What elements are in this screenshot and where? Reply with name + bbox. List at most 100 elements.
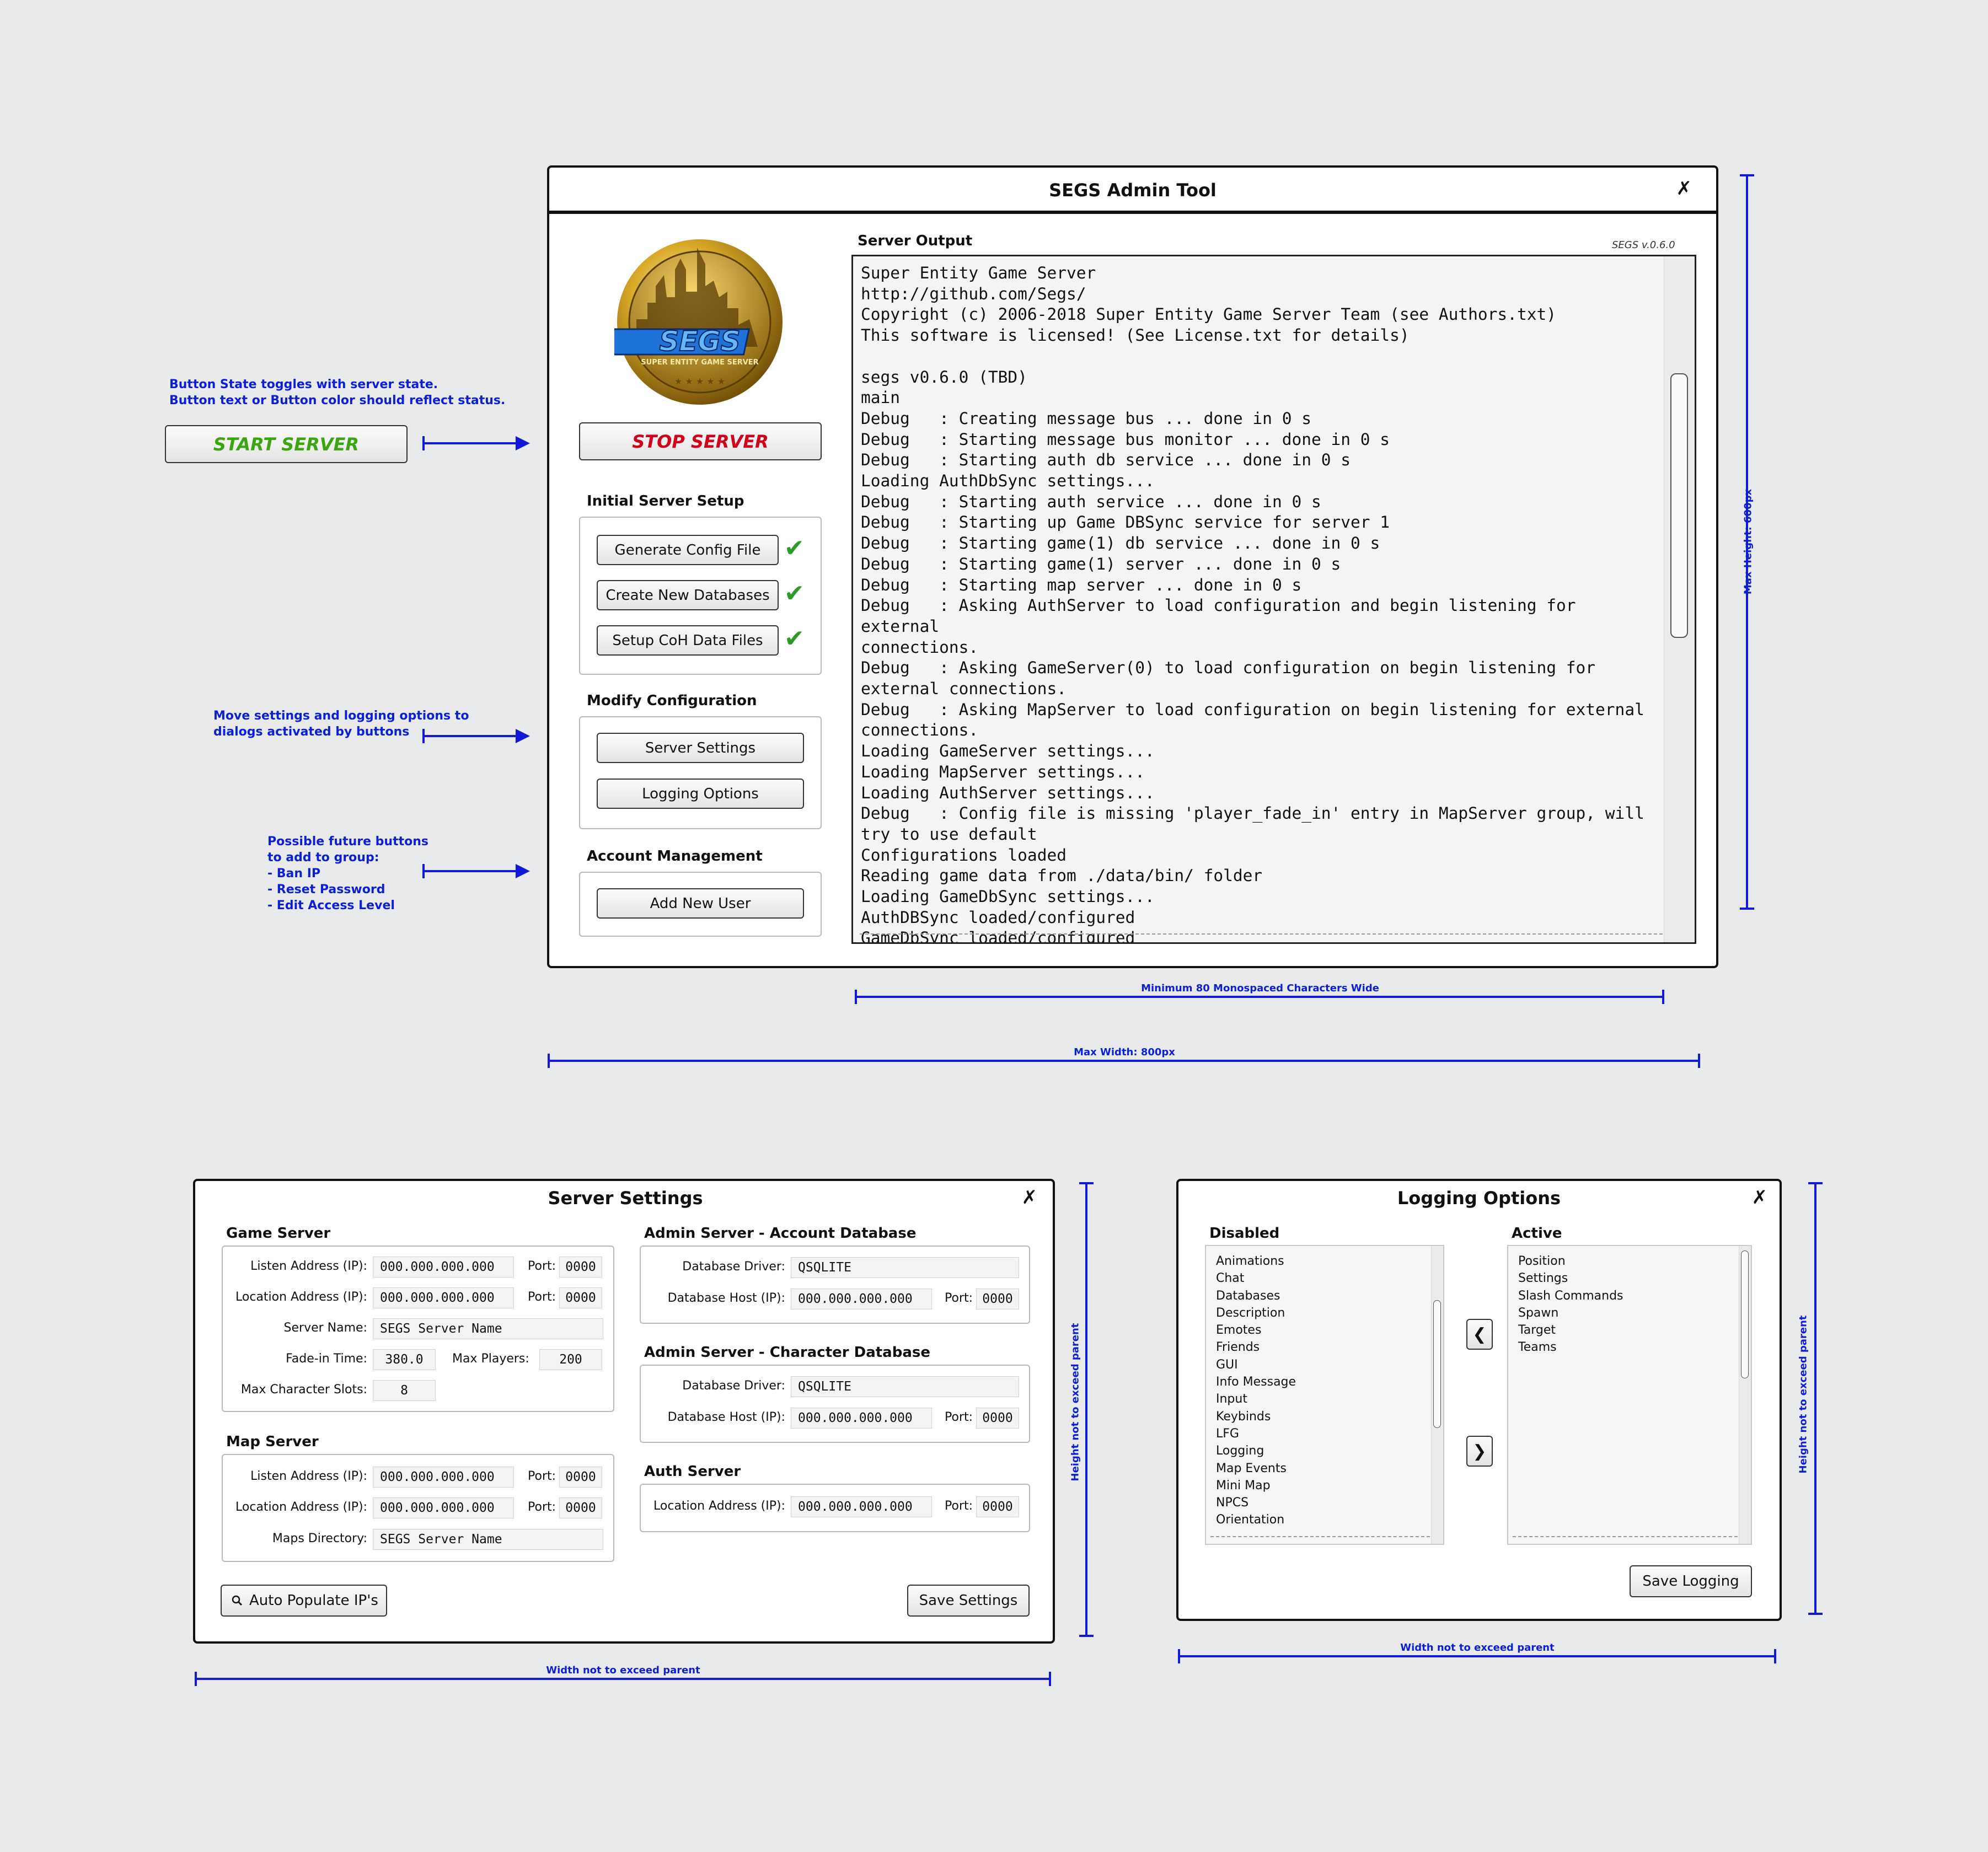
list-item[interactable]: Friends <box>1216 1339 1296 1356</box>
console-line: try to use default <box>861 824 1037 844</box>
max-players-field[interactable]: 200 <box>539 1349 602 1370</box>
console-line: Configurations loaded <box>861 845 1067 865</box>
port-label: Port: <box>528 1259 556 1273</box>
list-item[interactable]: Description <box>1216 1305 1296 1322</box>
chevron-left-icon: ❮ <box>1472 1324 1487 1344</box>
listen-address-label: Listen Address (IP): <box>250 1259 367 1273</box>
list-item[interactable]: Input <box>1216 1391 1296 1408</box>
character-driver-field[interactable]: QSQLITE <box>791 1376 1019 1397</box>
list-item[interactable]: Map Events <box>1216 1460 1296 1477</box>
list-item[interactable]: Target <box>1518 1322 1623 1339</box>
max-players-label: Max Players: <box>452 1352 529 1366</box>
modify-config-group: Server Settings Logging Options <box>579 716 822 829</box>
active-scroll-thumb[interactable] <box>1741 1250 1749 1378</box>
list-item[interactable]: Animations <box>1216 1253 1296 1270</box>
add-new-user-button[interactable]: Add New User <box>597 888 804 919</box>
start-server-button[interactable]: START SERVER <box>165 425 408 463</box>
active-items: Position Settings Slash Commands Spawn Targe… <box>1518 1253 1623 1356</box>
settings-height-label: Height not to exceed parent <box>1069 1323 1081 1481</box>
port-label: Port: <box>945 1410 973 1424</box>
console-line: Loading AuthServer settings... <box>861 783 1155 802</box>
create-databases-button[interactable]: Create New Databases <box>597 580 779 610</box>
button-state-note: Button State toggles with server state. … <box>169 378 506 407</box>
list-item[interactable]: Position <box>1518 1253 1623 1270</box>
server-settings-button[interactable]: Server Settings <box>597 733 804 763</box>
console-scroll-thumb[interactable] <box>1670 373 1688 638</box>
auth-server-group: Location Address (IP): 000.000.000.000 P… <box>640 1484 1030 1532</box>
server-name-field[interactable]: SEGS Server Name <box>373 1318 603 1339</box>
close-icon[interactable]: ✗ <box>1752 1187 1768 1209</box>
move-right-button[interactable]: ❯ <box>1466 1436 1493 1467</box>
auth-port-field[interactable]: 0000 <box>976 1496 1019 1517</box>
list-item[interactable]: Keybinds <box>1216 1408 1296 1425</box>
map-location-port-field[interactable]: 0000 <box>559 1497 602 1518</box>
close-icon[interactable]: ✗ <box>1022 1187 1038 1209</box>
list-item[interactable]: Settings <box>1518 1270 1623 1287</box>
account-port-field[interactable]: 0000 <box>976 1289 1019 1309</box>
console-line: Debug : Starting map server ... done in … <box>861 575 1302 594</box>
console-line: Loading AuthDbSync settings... <box>861 471 1155 491</box>
port-label: Port: <box>945 1499 973 1513</box>
list-item[interactable]: Info Message <box>1216 1373 1296 1391</box>
character-host-field[interactable]: 000.000.000.000 <box>791 1408 932 1429</box>
list-item[interactable]: Databases <box>1216 1287 1296 1305</box>
disabled-list[interactable]: Animations Chat Databases Description Emotes… <box>1205 1245 1444 1545</box>
list-item[interactable]: Slash Commands <box>1518 1287 1623 1305</box>
list-item[interactable]: LFG <box>1216 1425 1296 1442</box>
list-item[interactable]: Mini Map <box>1216 1477 1296 1494</box>
add-new-user-label: Add New User <box>650 895 751 912</box>
maps-directory-field[interactable]: SEGS Server Name <box>373 1529 603 1550</box>
max-character-slots-field[interactable]: 8 <box>373 1380 436 1401</box>
check-icon: ✔ <box>784 534 805 562</box>
list-item[interactable]: NPCS <box>1216 1494 1296 1511</box>
save-settings-button[interactable]: Save Settings <box>907 1585 1030 1617</box>
auth-location-field[interactable]: 000.000.000.000 <box>791 1496 932 1517</box>
save-logging-button[interactable]: Save Logging <box>1630 1565 1752 1597</box>
disabled-scroll-thumb[interactable] <box>1433 1300 1441 1428</box>
character-port-field[interactable]: 0000 <box>976 1408 1019 1429</box>
location-port-field[interactable]: 0000 <box>559 1287 602 1308</box>
map-listen-port-field[interactable]: 0000 <box>559 1467 602 1488</box>
logging-options-button[interactable]: Logging Options <box>597 779 804 809</box>
settings-width-line <box>196 1678 1051 1680</box>
active-list[interactable]: Position Settings Slash Commands Spawn Targe… <box>1507 1245 1752 1545</box>
logging-options-window: Logging Options ✗ Disabled Animations Cha… <box>1176 1179 1782 1621</box>
list-item[interactable]: Spawn <box>1518 1305 1623 1322</box>
listen-address-field[interactable]: 000.000.000.000 <box>373 1257 514 1277</box>
map-listen-address-field[interactable]: 000.000.000.000 <box>373 1467 514 1488</box>
setup-data-files-button[interactable]: Setup CoH Data Files <box>597 625 779 656</box>
location-address-field[interactable]: 000.000.000.000 <box>373 1287 514 1308</box>
console-line: Debug : Starting game(1) server ... done… <box>861 554 1341 573</box>
server-output-label: Server Output <box>858 233 973 249</box>
account-host-field[interactable]: 000.000.000.000 <box>791 1289 932 1309</box>
listen-port-field[interactable]: 0000 <box>559 1257 602 1277</box>
segs-logo: SEGS SUPER ENTITY GAME SERVER ★ ★ ★ ★ ★ <box>614 239 783 405</box>
generate-config-button[interactable]: Generate Config File <box>597 535 779 565</box>
map-location-address-field[interactable]: 000.000.000.000 <box>373 1497 514 1518</box>
account-mgmt-group: Add New User <box>579 872 822 937</box>
setup-data-files-label: Setup CoH Data Files <box>612 632 763 649</box>
check-icon: ✔ <box>784 625 805 653</box>
list-item[interactable]: GUI <box>1216 1356 1296 1373</box>
listen-address-label: Listen Address (IP): <box>250 1469 367 1483</box>
account-driver-field[interactable]: QSQLITE <box>791 1257 1019 1278</box>
console-text: Super Entity Game Server http://github.co… <box>861 263 1660 942</box>
stop-server-button[interactable]: STOP SERVER <box>579 422 822 460</box>
console-line: Debug : Asking AuthServer to load config… <box>861 596 1586 636</box>
logging-width-line <box>1179 1655 1776 1657</box>
auto-populate-button[interactable]: Auto Populate IP's <box>221 1585 387 1617</box>
list-item[interactable]: Emotes <box>1216 1322 1296 1339</box>
list-item[interactable]: Logging <box>1216 1442 1296 1459</box>
character-db-label: Admin Server - Character Database <box>644 1344 930 1361</box>
server-output-console[interactable]: Super Entity Game Server http://github.co… <box>851 255 1696 944</box>
list-item[interactable]: Orientation <box>1216 1511 1296 1528</box>
fade-in-time-field[interactable]: 380.0 <box>373 1349 436 1370</box>
future-buttons-note: Possible future buttons to add to group:… <box>267 835 428 912</box>
settings-width-label: Width not to exceed parent <box>546 1665 700 1676</box>
close-icon[interactable]: ✗ <box>1676 178 1692 200</box>
list-item[interactable]: Chat <box>1216 1270 1296 1287</box>
save-logging-label: Save Logging <box>1642 1573 1739 1590</box>
list-item[interactable]: Teams <box>1518 1339 1623 1356</box>
move-left-button[interactable]: ❮ <box>1466 1319 1493 1350</box>
console-line: Debug : Starting auth service ... done i… <box>861 492 1321 511</box>
